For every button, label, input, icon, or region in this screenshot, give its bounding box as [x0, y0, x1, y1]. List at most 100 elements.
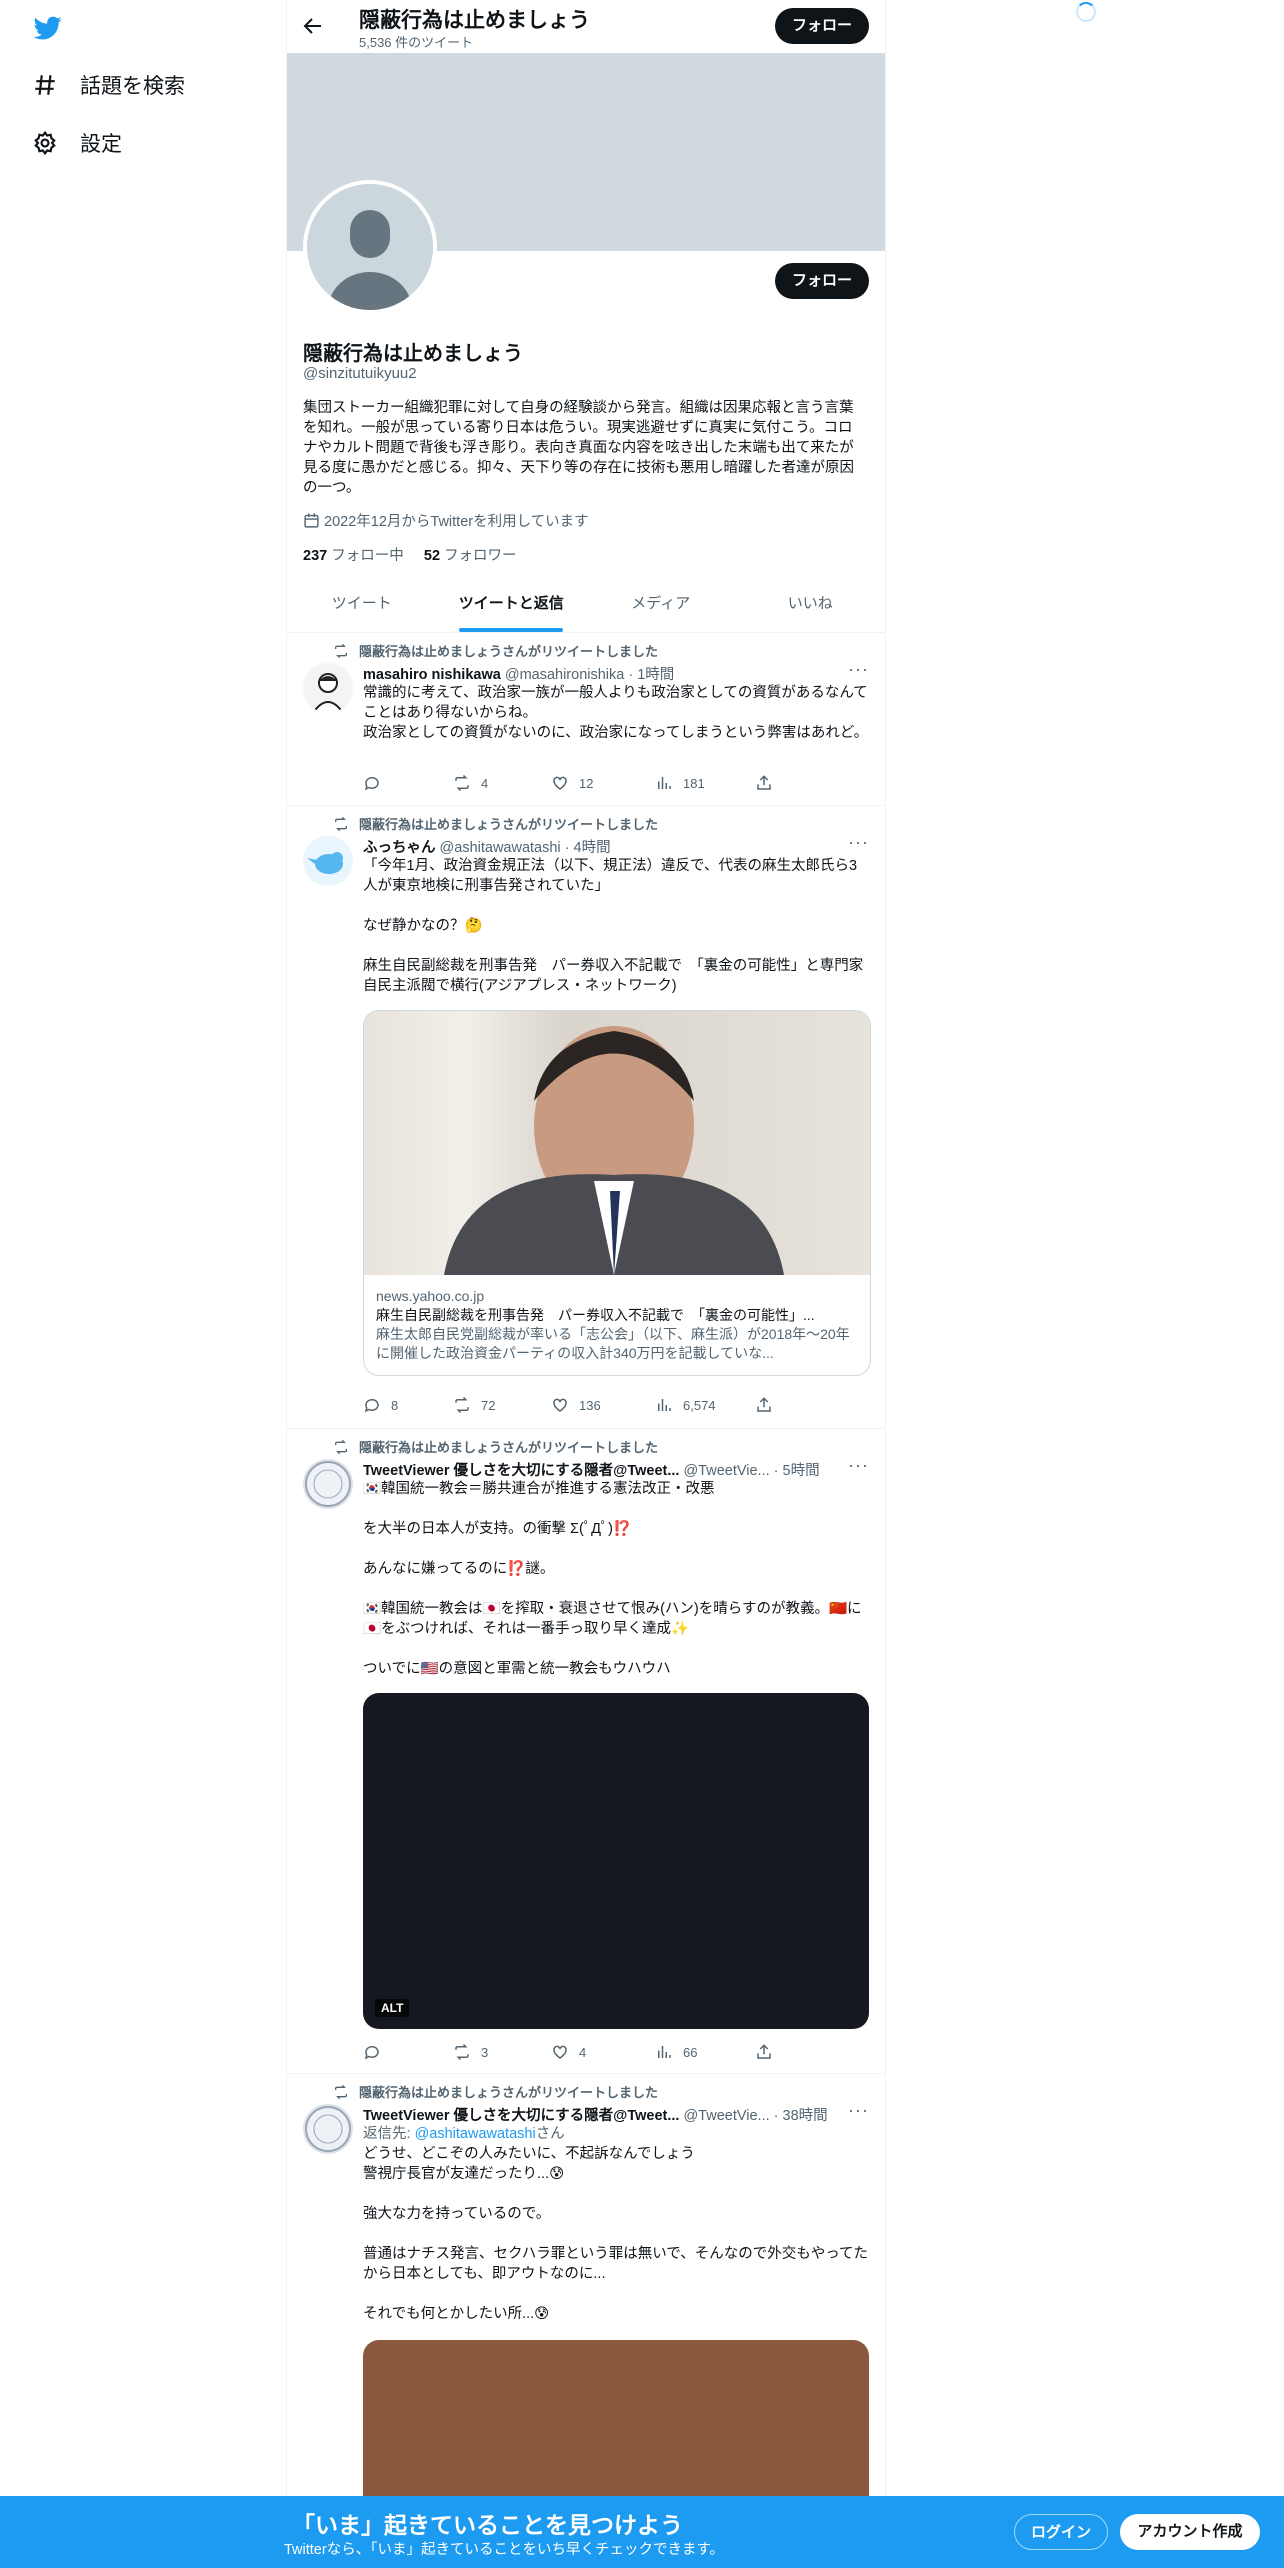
author-name[interactable]: masahiro nishikawa — [363, 667, 501, 683]
like-button[interactable]: 12 — [551, 774, 593, 792]
like-button[interactable]: 136 — [551, 1396, 601, 1414]
tab-likes[interactable]: いいね — [736, 578, 886, 632]
tweet-text: 「今年1月、政治資金規正法（以下、規正法）違反で、代表の麻生太郎氏ら3人が東京地… — [363, 858, 864, 994]
sidebar-item-label: 話題を検索 — [80, 75, 185, 98]
card-image — [364, 1011, 870, 1275]
signup-subtitle: Twitterなら、「いま」起きていることをいち早くチェックできます。 — [284, 2542, 724, 2558]
hashtag-icon — [35, 75, 55, 95]
reply-context: 返信先: @ashitawawatashiさん — [363, 2126, 565, 2142]
tweet[interactable]: 隠蔽行為は止めましょうさんがリツイートしました TweetViewer 優しさを… — [287, 2074, 885, 2568]
analytics-icon — [658, 2046, 671, 2058]
retweet-button[interactable]: 4 — [453, 774, 488, 792]
views-button[interactable]: 66 — [655, 2043, 697, 2061]
header-follow-button[interactable]: フォロー — [775, 8, 869, 44]
sidebar-item-label: 設定 — [80, 133, 122, 156]
tweet-time[interactable]: · 4時間 — [565, 840, 611, 856]
tweet-avatar[interactable] — [303, 663, 353, 713]
share-button[interactable] — [755, 774, 783, 792]
tweet-actions: 4 12 181 — [363, 774, 783, 794]
retweet-icon — [335, 2084, 347, 2099]
reply-to-link[interactable]: @ashitawawatashi — [415, 2126, 536, 2142]
tweet-count: 5,536 件のツイート — [359, 35, 474, 50]
signup-banner: 「いま」起きていることを見つけよう Twitterなら、「いま」起きていることを… — [0, 2496, 1284, 2568]
tweet-avatar[interactable] — [303, 1459, 353, 1509]
share-icon — [757, 1397, 771, 1412]
more-icon[interactable]: ··· — [848, 1455, 869, 1476]
tweet-time[interactable]: · 1時間 — [628, 667, 674, 683]
tweet-text: どうせ、どこぞの人みたいに、不起訴なんでしょう 警視庁長官が友達だったり...😰… — [363, 2146, 869, 2322]
reply-icon — [364, 2045, 379, 2060]
retweet-button[interactable]: 72 — [453, 1396, 495, 1414]
tweet[interactable]: 隠蔽行為は止めましょうさんがリツイートしました TweetViewer 優しさを… — [287, 1429, 885, 2074]
author-name[interactable]: ふっちゃん — [363, 840, 436, 856]
tweet-actions: 8 72 136 6,574 — [363, 1396, 783, 1416]
tweet-avatar[interactable] — [303, 836, 353, 886]
tweet[interactable]: 隠蔽行為は止めましょうさんがリツイートしました ふっちゃん @ashitawaw… — [287, 806, 885, 1429]
sidebar-item-explore[interactable]: 話題を検索 — [32, 70, 185, 100]
card-domain: news.yahoo.co.jp — [376, 1288, 485, 1304]
tab-media[interactable]: メディア — [586, 578, 736, 632]
twitter-logo-icon[interactable] — [32, 14, 64, 42]
retweet-icon — [455, 2043, 469, 2061]
more-icon[interactable]: ··· — [848, 832, 869, 853]
tweet-text: 🇰🇷韓国統一教会＝勝共連合が推進する憲法改正・改悪 を大半の日本人が支持。の衝撃… — [363, 1481, 862, 1677]
more-icon[interactable]: ··· — [848, 659, 869, 680]
login-button[interactable]: ログイン — [1014, 2514, 1108, 2550]
alt-badge[interactable]: ALT — [375, 1999, 410, 2017]
reply-button[interactable]: 8 — [363, 1396, 398, 1414]
retweet-context: 隠蔽行為は止めましょうさんがリツイートしました — [333, 641, 658, 660]
profile-joined: 2022年12月からTwitterを利用しています — [303, 510, 589, 531]
views-button[interactable]: 6,574 — [655, 1396, 716, 1414]
more-icon[interactable]: ··· — [848, 2100, 869, 2121]
gear-icon — [34, 130, 56, 156]
sidebar-item-settings[interactable]: 設定 — [32, 128, 122, 158]
followers-link[interactable]: 52 フォロワー — [424, 548, 517, 564]
reply-button[interactable] — [363, 2043, 391, 2061]
signup-button[interactable]: アカウント作成 — [1120, 2514, 1260, 2550]
heart-icon — [553, 2045, 567, 2059]
views-button[interactable]: 181 — [655, 774, 705, 792]
follow-button[interactable]: フォロー — [775, 263, 869, 299]
retweet-button[interactable]: 3 — [453, 2043, 488, 2061]
retweet-context: 隠蔽行為は止めましょうさんがリツイートしました — [333, 1437, 658, 1456]
retweet-icon — [335, 643, 347, 658]
author-handle[interactable]: @ashitawawatashi — [440, 840, 561, 856]
reply-button[interactable] — [363, 774, 391, 792]
tab-tweets-replies[interactable]: ツイートと返信 — [437, 578, 587, 632]
sidebar: 話題を検索 設定 — [0, 0, 286, 2568]
profile-name: 隠蔽行為は止めましょう — [303, 343, 523, 365]
retweet-icon — [335, 816, 347, 831]
tweet-text: 常識的に考えて、政治家一族が一般人よりも政治家としての資質があるなんてことはあり… — [363, 685, 869, 741]
heart-icon — [553, 1398, 567, 1412]
author-handle[interactable]: @TweetVie... — [683, 1463, 769, 1479]
share-button[interactable] — [755, 2043, 783, 2061]
loading-spinner-icon — [1076, 2, 1096, 22]
tab-tweets[interactable]: ツイート — [287, 578, 437, 632]
media-video[interactable]: ALT — [363, 1693, 869, 2029]
profile-stats: 237 フォロー中 52 フォロワー — [303, 544, 517, 565]
signup-title: 「いま」起きていることを見つけよう — [292, 2512, 683, 2538]
tweet-time[interactable]: · 5時間 — [774, 1463, 820, 1479]
author-name[interactable]: TweetViewer 優しさを大切にする隠者@Tweet... — [363, 2108, 679, 2124]
profile-bio: 集団ストーカー組織犯罪に対して自身の経験談から発言。組織は因果応報と言う言葉を知… — [303, 400, 854, 496]
page-title: 隠蔽行為は止めましょう — [359, 9, 590, 32]
reply-icon — [364, 776, 379, 791]
author-handle[interactable]: @TweetVie... — [683, 2108, 769, 2124]
card-title: 麻生自民副総裁を刑事告発 パー券収入不記載で 「裏金の可能性」... — [376, 1307, 815, 1323]
tweet[interactable]: 隠蔽行為は止めましょうさんがリツイートしました masahiro nishika… — [287, 633, 885, 806]
author-handle[interactable]: @masahironishika — [505, 667, 625, 683]
like-button[interactable]: 4 — [551, 2043, 586, 2061]
tweet-time[interactable]: · 38時間 — [774, 2108, 828, 2124]
analytics-icon — [658, 777, 671, 789]
following-link[interactable]: 237 フォロー中 — [303, 548, 404, 564]
tweet-header: ふっちゃん @ashitawawatashi · 4時間 — [363, 836, 853, 857]
share-icon — [757, 775, 771, 790]
share-button[interactable] — [755, 1396, 783, 1414]
tweet-avatar[interactable] — [303, 2104, 353, 2154]
profile-avatar[interactable] — [303, 180, 437, 314]
retweet-context: 隠蔽行為は止めましょうさんがリツイートしました — [333, 2082, 658, 2101]
back-arrow-icon[interactable] — [301, 14, 325, 38]
link-card[interactable]: news.yahoo.co.jp 麻生自民副総裁を刑事告発 パー券収入不記載で … — [363, 1010, 871, 1376]
analytics-icon — [658, 1399, 671, 1411]
author-name[interactable]: TweetViewer 優しさを大切にする隠者@Tweet... — [363, 1463, 679, 1479]
